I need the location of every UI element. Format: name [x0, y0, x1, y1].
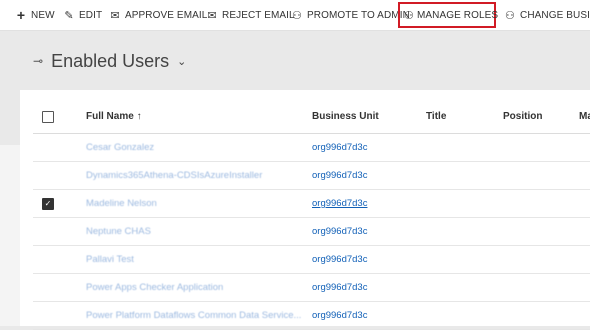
edit-button[interactable]: ✎ EDIT: [62, 0, 102, 30]
user-name-link[interactable]: Pallavi Test: [86, 254, 304, 265]
reject-email-button[interactable]: ✉ REJECT EMAIL: [205, 0, 295, 30]
user-name-link[interactable]: Madeline Nelson: [86, 198, 304, 209]
approve-email-button[interactable]: ✉ APPROVE EMAIL: [108, 0, 207, 30]
user-name-link[interactable]: Power Platform Dataflows Common Data Ser…: [86, 310, 304, 321]
business-unit-link[interactable]: org996d7d3c: [312, 198, 367, 209]
pin-icon[interactable]: ⊸: [33, 54, 43, 68]
edit-icon: ✎: [64, 9, 74, 22]
promote-admin-icon: ⚇: [292, 9, 302, 22]
table-row[interactable]: Neptune CHAS org996d7d3c: [33, 218, 590, 246]
manage-roles-button[interactable]: ⚇ MANAGE ROLES: [398, 2, 499, 28]
col-manager[interactable]: Ma: [579, 100, 590, 133]
col-full-name[interactable]: Full Name ↑: [86, 100, 142, 133]
table-row[interactable]: Dynamics365Athena-CDSIsAzureInstaller or…: [33, 162, 590, 190]
business-unit-link[interactable]: org996d7d3c: [312, 170, 367, 181]
business-unit-link[interactable]: org996d7d3c: [312, 254, 367, 265]
reject-email-icon: ✉: [207, 9, 217, 22]
promote-to-admin-label: PROMOTE TO ADMIN: [307, 9, 410, 21]
user-name-link[interactable]: Cesar Gonzalez: [86, 142, 304, 153]
manage-roles-icon: ⚇: [404, 9, 414, 22]
view-selector[interactable]: ⊸ Enabled Users ⌄: [33, 48, 186, 74]
change-business-unit-button[interactable]: ⚇ CHANGE BUSINES: [503, 0, 590, 30]
approve-email-label: APPROVE EMAIL: [125, 9, 208, 21]
row-checkbox-checked[interactable]: ✓: [42, 197, 54, 210]
user-name-link[interactable]: Power Apps Checker Application: [86, 282, 304, 293]
promote-to-admin-button[interactable]: ⚇ PROMOTE TO ADMIN: [290, 0, 410, 30]
chevron-down-icon[interactable]: ⌄: [177, 55, 186, 68]
command-bar: + NEW ✎ EDIT ✉ APPROVE EMAIL ✉ REJECT EM…: [0, 0, 590, 31]
change-business-unit-icon: ⚇: [505, 9, 515, 22]
new-label: NEW: [31, 9, 55, 21]
col-business-unit[interactable]: Business Unit: [312, 100, 379, 133]
users-grid: Full Name ↑ Business Unit Title Position…: [20, 90, 590, 330]
select-all-checkbox[interactable]: [42, 100, 54, 133]
business-unit-link[interactable]: org996d7d3c: [312, 142, 367, 153]
user-name-link[interactable]: Neptune CHAS: [86, 226, 304, 237]
table-row-selected[interactable]: ✓ Madeline Nelson org996d7d3c: [33, 190, 590, 218]
manage-roles-label: MANAGE ROLES: [416, 9, 499, 21]
table-row[interactable]: Cesar Gonzalez org996d7d3c: [33, 134, 590, 162]
reject-email-label: REJECT EMAIL: [222, 9, 295, 21]
table-row[interactable]: Power Apps Checker Application org996d7d…: [33, 274, 590, 302]
left-rail-lower: [0, 145, 20, 326]
business-unit-link[interactable]: org996d7d3c: [312, 282, 367, 293]
business-unit-link[interactable]: org996d7d3c: [312, 226, 367, 237]
grid-header: Full Name ↑ Business Unit Title Position…: [33, 100, 590, 134]
col-title[interactable]: Title: [426, 100, 446, 133]
change-business-unit-label: CHANGE BUSINES: [520, 9, 590, 21]
approve-email-icon: ✉: [110, 9, 120, 22]
table-row[interactable]: Pallavi Test org996d7d3c: [33, 246, 590, 274]
col-position[interactable]: Position: [503, 100, 542, 133]
edit-label: EDIT: [79, 9, 103, 21]
user-name-link[interactable]: Dynamics365Athena-CDSIsAzureInstaller: [86, 170, 304, 181]
plus-icon: +: [16, 7, 26, 23]
business-unit-link[interactable]: org996d7d3c: [312, 310, 367, 321]
view-title: Enabled Users: [51, 50, 170, 71]
checkbox-box: [42, 110, 54, 123]
new-button[interactable]: + NEW: [14, 0, 55, 30]
